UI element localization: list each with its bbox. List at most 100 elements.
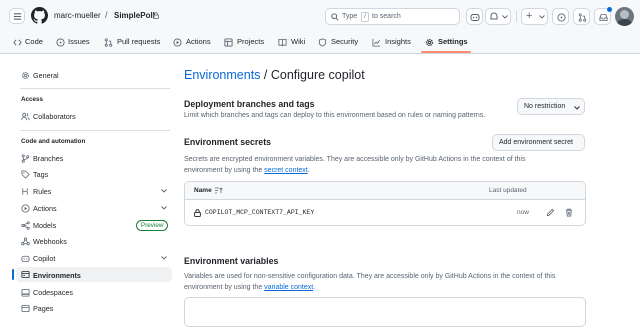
sidebar-item-label: Tags [33, 170, 49, 179]
create-new-button[interactable]: + [521, 8, 548, 25]
pull-requests-button[interactable] [573, 8, 590, 25]
button-label: Add environment secret [499, 139, 573, 146]
issues-button[interactable] [552, 8, 569, 25]
pencil-icon[interactable] [546, 208, 555, 217]
sidebar-item-label: Codespaces [33, 288, 73, 297]
deployment-branches-description: Limit which branches and tags can deploy… [184, 112, 486, 119]
sidebar-item-tags[interactable]: Tags [16, 167, 172, 181]
table-row: COPILOT_MCP_CONTEXT7_API_KEY now [185, 200, 585, 225]
github-logo-icon[interactable] [31, 7, 48, 24]
variables-description-line-1: Variables are used for non-sensitive con… [184, 273, 556, 280]
selected-tab-underline [421, 51, 471, 53]
sidebar-item-label: Copilot [33, 254, 56, 263]
header-divider [516, 11, 517, 22]
deployment-branches-title: Deployment branches and tags [184, 99, 315, 109]
sidebar-divider [20, 88, 170, 89]
deployment-branch-policy-select[interactable]: No restriction [517, 98, 585, 115]
lock-icon [153, 12, 159, 19]
variables-description-period: . [313, 284, 316, 291]
owner-link[interactable]: marc-mueller [54, 11, 101, 20]
sidebar-item-copilot[interactable]: Copilot [16, 251, 172, 265]
page-title: Environments / Configure copilot [184, 68, 365, 82]
chevron-down-icon [539, 15, 545, 19]
gear-icon [425, 38, 434, 47]
notifications-button[interactable] [594, 7, 612, 25]
secrets-description-text: environment by using the [184, 167, 263, 174]
hamburger-icon [13, 13, 22, 20]
issue-icon [56, 38, 65, 47]
lock-icon [194, 209, 201, 217]
inbox-icon [598, 13, 608, 21]
sidebar-item-codespaces[interactable]: Codespaces [16, 285, 172, 299]
people-icon [21, 112, 30, 120]
codespaces-icon [21, 288, 30, 297]
breadcrumb-environments-link[interactable]: Environments [184, 68, 260, 82]
sidebar-item-webhooks[interactable]: Webhooks [16, 234, 172, 248]
preview-badge: Preview [136, 219, 169, 231]
search-input[interactable]: Type / to search [325, 8, 460, 25]
selected-indicator [12, 269, 14, 280]
sidebar-item-general[interactable]: General [16, 68, 172, 82]
search-placeholder-prefix: Type [342, 12, 358, 20]
branch-icon [21, 153, 30, 163]
tab-label: Code [25, 37, 43, 46]
sidebar-item-actions[interactable]: Actions [16, 201, 172, 215]
copilot-agent-icon [490, 12, 498, 20]
graph-icon [372, 38, 381, 47]
secret-last-updated: now [517, 209, 529, 216]
sidebar-item-label: Rules [33, 187, 52, 196]
sidebar-item-pages[interactable]: Pages [16, 301, 172, 315]
play-icon [173, 38, 182, 47]
sidebar-item-rules[interactable]: Rules [16, 184, 172, 198]
sidebar-item-branches[interactable]: Branches [16, 151, 172, 165]
chevron-down-icon [161, 206, 167, 210]
sidebar-item-label: Pages [33, 304, 54, 313]
chevron-down-icon [161, 256, 167, 260]
breadcrumb-current: / Configure copilot [263, 68, 365, 82]
menu-button[interactable] [9, 8, 25, 24]
variables-table [184, 297, 586, 327]
secret-context-link[interactable]: secret context [264, 167, 308, 174]
tab-label: Pull requests [117, 37, 161, 46]
issue-icon [556, 12, 566, 22]
sidebar-item-label: Webhooks [33, 237, 67, 246]
sort-icon[interactable] [215, 187, 223, 194]
sidebar-item-environments[interactable]: Environments [12, 267, 172, 282]
global-header: marc-mueller / SimplePoll Type / to sear… [0, 0, 640, 32]
model-icon [21, 220, 30, 230]
select-value: No restriction [524, 103, 566, 110]
variable-context-link[interactable]: variable context [264, 284, 313, 291]
tab-label: Settings [438, 37, 468, 46]
path-separator: / [105, 10, 108, 20]
trash-icon[interactable] [565, 208, 573, 217]
avatar[interactable] [615, 7, 634, 26]
pull-request-icon [578, 12, 586, 22]
sidebar-item-models[interactable]: Models Preview [16, 218, 172, 232]
repo-nav: Code Issues Pull requests Actions Projec… [0, 32, 640, 54]
secrets-description-line-2: environment by using the secret context. [184, 167, 310, 174]
sidebar-item-collaborators[interactable]: Collaborators [16, 109, 172, 123]
tab-label: Projects [237, 37, 265, 46]
pull-request-icon [104, 38, 113, 47]
play-icon [21, 203, 30, 213]
code-icon [13, 39, 22, 46]
table-icon [224, 38, 233, 47]
add-environment-secret-button[interactable]: Add environment secret [492, 134, 585, 151]
copilot-button[interactable] [466, 8, 483, 25]
rules-icon [22, 187, 28, 195]
search-key-hint: / [361, 11, 369, 22]
column-header-name[interactable]: Name [194, 187, 212, 194]
sidebar-item-label: General [33, 71, 59, 80]
sidebar-divider [20, 130, 170, 131]
tab-label: Insights [385, 37, 411, 46]
sidebar-item-label: Models [33, 221, 57, 230]
repo-link[interactable]: SimplePoll [114, 11, 155, 20]
tab-label: Security [331, 37, 359, 46]
sidebar-heading-code-automation: Code and automation [21, 138, 86, 145]
sidebar-heading-access: Access [21, 96, 44, 103]
copilot-menu-button[interactable] [485, 8, 511, 25]
book-icon [278, 38, 287, 47]
chevron-down-icon [161, 189, 167, 193]
sidebar-item-label: Branches [33, 154, 64, 163]
secrets-table-header: Name Last updated [185, 182, 585, 200]
